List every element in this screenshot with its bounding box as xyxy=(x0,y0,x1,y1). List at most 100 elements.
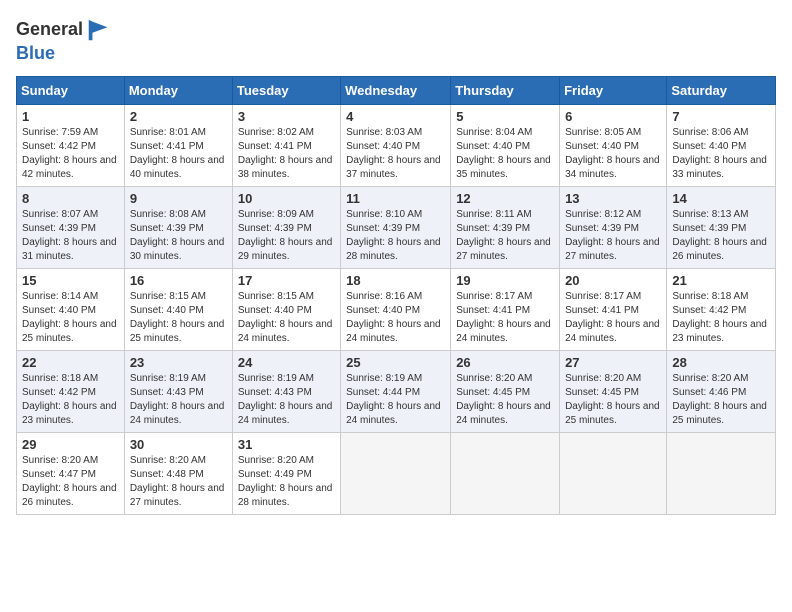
day-number: 18 xyxy=(346,273,445,288)
cell-details: Sunrise: 8:17 AMSunset: 4:41 PMDaylight:… xyxy=(456,290,554,346)
cell-details: Sunrise: 8:14 AMSunset: 4:40 PMDaylight:… xyxy=(22,290,119,346)
weekday-header: Wednesday xyxy=(341,76,451,104)
day-number: 30 xyxy=(130,437,227,452)
calendar-week-row: 15Sunrise: 8:14 AMSunset: 4:40 PMDayligh… xyxy=(17,268,776,350)
weekday-header: Friday xyxy=(560,76,667,104)
calendar-cell: 8 Sunrise: 8:07 AMSunset: 4:39 PMDaylight… xyxy=(17,186,125,268)
day-number: 29 xyxy=(22,437,119,452)
cell-details: Sunrise: 8:20 AMSunset: 4:48 PMDaylight:… xyxy=(130,454,227,510)
calendar-cell: 4 Sunrise: 8:03 AMSunset: 4:40 PMDaylight… xyxy=(341,104,451,186)
calendar-cell: 14 Sunrise: 8:13 AMSunset: 4:39 PMDayligh… xyxy=(667,186,776,268)
calendar-cell: 24 Sunrise: 8:19 AMSunset: 4:43 PMDayligh… xyxy=(232,350,340,432)
cell-details: Sunrise: 8:10 AMSunset: 4:39 PMDaylight:… xyxy=(346,208,445,264)
day-number: 22 xyxy=(22,355,119,370)
cell-details: Sunrise: 8:15 AMSunset: 4:40 PMDaylight:… xyxy=(130,290,227,346)
day-number: 7 xyxy=(672,109,770,124)
day-number: 31 xyxy=(238,437,335,452)
cell-details: Sunrise: 8:11 AMSunset: 4:39 PMDaylight:… xyxy=(456,208,554,264)
cell-details: Sunrise: 8:13 AMSunset: 4:39 PMDaylight:… xyxy=(672,208,770,264)
day-number: 6 xyxy=(565,109,661,124)
day-number: 12 xyxy=(456,191,554,206)
calendar-table: SundayMondayTuesdayWednesdayThursdayFrid… xyxy=(16,76,776,515)
day-number: 9 xyxy=(130,191,227,206)
calendar-cell: 29 Sunrise: 8:20 AMSunset: 4:47 PMDayligh… xyxy=(17,432,125,514)
cell-details: Sunrise: 8:18 AMSunset: 4:42 PMDaylight:… xyxy=(22,372,119,428)
cell-details: Sunrise: 8:15 AMSunset: 4:40 PMDaylight:… xyxy=(238,290,335,346)
calendar-cell: 26Sunrise: 8:20 AMSunset: 4:45 PMDayligh… xyxy=(451,350,560,432)
cell-details: Sunrise: 8:19 AMSunset: 4:43 PMDaylight:… xyxy=(130,372,227,428)
calendar-cell: 6 Sunrise: 8:05 AMSunset: 4:40 PMDaylight… xyxy=(560,104,667,186)
calendar-cell: 15Sunrise: 8:14 AMSunset: 4:40 PMDayligh… xyxy=(17,268,125,350)
calendar-cell xyxy=(667,432,776,514)
weekday-header: Tuesday xyxy=(232,76,340,104)
calendar-cell: 12 Sunrise: 8:11 AMSunset: 4:39 PMDayligh… xyxy=(451,186,560,268)
weekday-header: Monday xyxy=(124,76,232,104)
calendar-cell xyxy=(341,432,451,514)
calendar-cell: 5 Sunrise: 8:04 AMSunset: 4:40 PMDaylight… xyxy=(451,104,560,186)
calendar-cell: 18 Sunrise: 8:16 AMSunset: 4:40 PMDayligh… xyxy=(341,268,451,350)
cell-details: Sunrise: 8:06 AMSunset: 4:40 PMDaylight:… xyxy=(672,126,770,182)
cell-details: Sunrise: 8:20 AMSunset: 4:45 PMDaylight:… xyxy=(565,372,661,428)
cell-details: Sunrise: 8:19 AMSunset: 4:43 PMDaylight:… xyxy=(238,372,335,428)
cell-details: Sunrise: 8:20 AMSunset: 4:49 PMDaylight:… xyxy=(238,454,335,510)
cell-details: Sunrise: 8:09 AMSunset: 4:39 PMDaylight:… xyxy=(238,208,335,264)
day-number: 27 xyxy=(565,355,661,370)
calendar-cell: 3 Sunrise: 8:02 AMSunset: 4:41 PMDaylight… xyxy=(232,104,340,186)
calendar-cell: 2Sunrise: 8:01 AMSunset: 4:41 PMDaylight… xyxy=(124,104,232,186)
calendar-cell: 25Sunrise: 8:19 AMSunset: 4:44 PMDayligh… xyxy=(341,350,451,432)
calendar-cell: 9Sunrise: 8:08 AMSunset: 4:39 PMDaylight… xyxy=(124,186,232,268)
calendar-cell: 21 Sunrise: 8:18 AMSunset: 4:42 PMDayligh… xyxy=(667,268,776,350)
day-number: 19 xyxy=(456,273,554,288)
calendar-cell: 27 Sunrise: 8:20 AMSunset: 4:45 PMDayligh… xyxy=(560,350,667,432)
day-number: 23 xyxy=(130,355,227,370)
calendar-cell: 13Sunrise: 8:12 AMSunset: 4:39 PMDayligh… xyxy=(560,186,667,268)
weekday-header: Thursday xyxy=(451,76,560,104)
calendar-cell: 11Sunrise: 8:10 AMSunset: 4:39 PMDayligh… xyxy=(341,186,451,268)
calendar-week-row: 8 Sunrise: 8:07 AMSunset: 4:39 PMDaylight… xyxy=(17,186,776,268)
cell-details: Sunrise: 8:04 AMSunset: 4:40 PMDaylight:… xyxy=(456,126,554,182)
cell-details: Sunrise: 8:01 AMSunset: 4:41 PMDaylight:… xyxy=(130,126,227,182)
calendar-cell: 22 Sunrise: 8:18 AMSunset: 4:42 PMDayligh… xyxy=(17,350,125,432)
day-number: 13 xyxy=(565,191,661,206)
calendar-cell: 19 Sunrise: 8:17 AMSunset: 4:41 PMDayligh… xyxy=(451,268,560,350)
day-number: 10 xyxy=(238,191,335,206)
cell-details: Sunrise: 8:07 AMSunset: 4:39 PMDaylight:… xyxy=(22,208,119,264)
day-number: 21 xyxy=(672,273,770,288)
calendar-cell: 31 Sunrise: 8:20 AMSunset: 4:49 PMDayligh… xyxy=(232,432,340,514)
day-number: 5 xyxy=(456,109,554,124)
calendar-cell: 23 Sunrise: 8:19 AMSunset: 4:43 PMDayligh… xyxy=(124,350,232,432)
day-number: 24 xyxy=(238,355,335,370)
logo-flag-icon xyxy=(85,16,113,44)
calendar-cell: 1 Sunrise: 7:59 AMSunset: 4:42 PMDaylight… xyxy=(17,104,125,186)
page-header: General Blue xyxy=(16,16,776,64)
cell-details: Sunrise: 8:03 AMSunset: 4:40 PMDaylight:… xyxy=(346,126,445,182)
calendar-cell: 30 Sunrise: 8:20 AMSunset: 4:48 PMDayligh… xyxy=(124,432,232,514)
cell-details: Sunrise: 8:20 AMSunset: 4:47 PMDaylight:… xyxy=(22,454,119,510)
day-number: 14 xyxy=(672,191,770,206)
day-number: 8 xyxy=(22,191,119,206)
calendar-cell: 17Sunrise: 8:15 AMSunset: 4:40 PMDayligh… xyxy=(232,268,340,350)
cell-details: Sunrise: 8:02 AMSunset: 4:41 PMDaylight:… xyxy=(238,126,335,182)
cell-details: Sunrise: 7:59 AMSunset: 4:42 PMDaylight:… xyxy=(22,126,119,182)
logo-blue: Blue xyxy=(16,43,55,63)
cell-details: Sunrise: 8:16 AMSunset: 4:40 PMDaylight:… xyxy=(346,290,445,346)
calendar-week-row: 29 Sunrise: 8:20 AMSunset: 4:47 PMDayligh… xyxy=(17,432,776,514)
day-number: 16 xyxy=(130,273,227,288)
cell-details: Sunrise: 8:17 AMSunset: 4:41 PMDaylight:… xyxy=(565,290,661,346)
logo: General Blue xyxy=(16,16,113,64)
calendar-header-row: SundayMondayTuesdayWednesdayThursdayFrid… xyxy=(17,76,776,104)
cell-details: Sunrise: 8:18 AMSunset: 4:42 PMDaylight:… xyxy=(672,290,770,346)
calendar-cell: 16 Sunrise: 8:15 AMSunset: 4:40 PMDayligh… xyxy=(124,268,232,350)
day-number: 4 xyxy=(346,109,445,124)
cell-details: Sunrise: 8:05 AMSunset: 4:40 PMDaylight:… xyxy=(565,126,661,182)
calendar-cell xyxy=(560,432,667,514)
calendar-week-row: 22 Sunrise: 8:18 AMSunset: 4:42 PMDayligh… xyxy=(17,350,776,432)
cell-details: Sunrise: 8:20 AMSunset: 4:45 PMDaylight:… xyxy=(456,372,554,428)
calendar-week-row: 1 Sunrise: 7:59 AMSunset: 4:42 PMDaylight… xyxy=(17,104,776,186)
day-number: 3 xyxy=(238,109,335,124)
cell-details: Sunrise: 8:20 AMSunset: 4:46 PMDaylight:… xyxy=(672,372,770,428)
weekday-header: Saturday xyxy=(667,76,776,104)
cell-details: Sunrise: 8:19 AMSunset: 4:44 PMDaylight:… xyxy=(346,372,445,428)
calendar-cell xyxy=(451,432,560,514)
day-number: 1 xyxy=(22,109,119,124)
